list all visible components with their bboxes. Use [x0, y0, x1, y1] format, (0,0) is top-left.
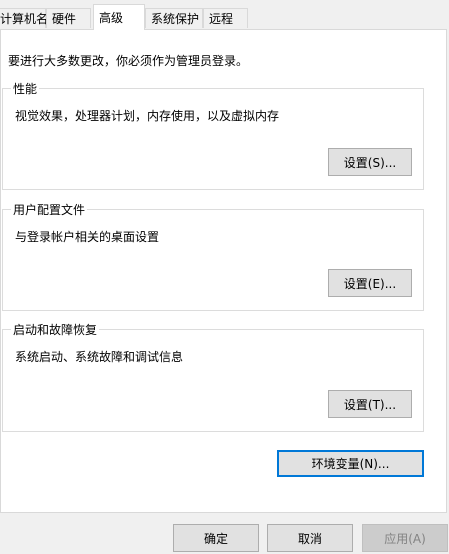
tab-advanced[interactable]: 高级: [93, 4, 145, 30]
admin-notice: 要进行大多数更改，你必须作为管理员登录。: [8, 54, 249, 68]
ok-button[interactable]: 确定: [173, 524, 259, 552]
tab-label: 远程: [209, 12, 234, 26]
tab-strip: 计算机名 硬件 高级 系统保护 远程: [0, 0, 449, 30]
tab-hardware[interactable]: 硬件: [46, 8, 91, 28]
tab-label: 高级: [99, 11, 124, 25]
performance-description: 视觉效果，处理器计划，内存使用，以及虚拟内存: [15, 109, 280, 123]
user-profiles-settings-button[interactable]: 设置(E)...: [328, 269, 412, 297]
tab-label: 硬件: [52, 12, 77, 26]
tab-computer-name[interactable]: 计算机名: [0, 8, 49, 28]
performance-settings-button[interactable]: 设置(S)...: [328, 148, 412, 176]
user-profiles-title: 用户配置文件: [11, 201, 88, 218]
tab-label: 系统保护: [151, 12, 200, 26]
startup-recovery-title: 启动和故障恢复: [11, 321, 100, 338]
user-profiles-description: 与登录帐户相关的桌面设置: [15, 230, 160, 244]
performance-title: 性能: [11, 80, 40, 97]
tab-system-protection[interactable]: 系统保护: [145, 8, 203, 28]
performance-group: 性能 视觉效果，处理器计划，内存使用，以及虚拟内存 设置(S)...: [2, 80, 424, 190]
environment-variables-button[interactable]: 环境变量(N)...: [277, 450, 424, 477]
apply-button[interactable]: 应用(A): [362, 524, 448, 552]
startup-recovery-group: 启动和故障恢复 系统启动、系统故障和调试信息 设置(T)...: [2, 321, 424, 432]
startup-recovery-description: 系统启动、系统故障和调试信息: [15, 350, 184, 364]
user-profiles-group: 用户配置文件 与登录帐户相关的桌面设置 设置(E)...: [2, 201, 424, 311]
tab-label: 计算机名: [0, 12, 49, 26]
startup-recovery-settings-button[interactable]: 设置(T)...: [328, 390, 412, 418]
tab-remote[interactable]: 远程: [203, 8, 248, 28]
cancel-button[interactable]: 取消: [267, 524, 353, 552]
